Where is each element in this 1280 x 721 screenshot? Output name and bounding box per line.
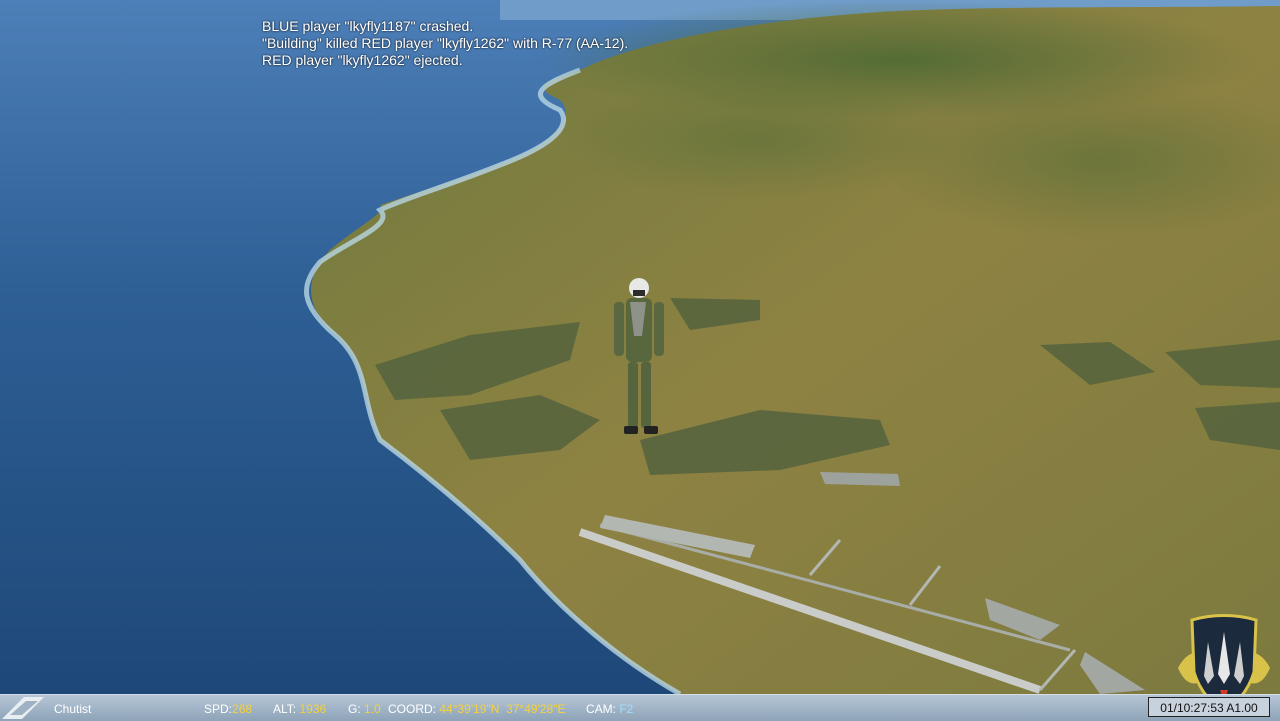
speed-readout: SPD:268: [204, 702, 253, 716]
altitude-value: 1936: [299, 702, 327, 716]
altitude-readout: ALT: 1936: [273, 702, 327, 716]
unit-name: Chutist: [54, 702, 92, 716]
event-message: "Building" killed RED player "lkyfly1262…: [262, 35, 629, 51]
coord-readout: COORD: 44°39'19"N 37°49'28"E: [388, 702, 566, 716]
g-value: 1.0: [364, 702, 381, 716]
status-bar: Chutist SPD:268 ALT: 1936 G: 1.0 COORD: …: [0, 694, 1280, 721]
ejected-pilot-figure: [614, 278, 664, 434]
event-message-log: BLUE player "lkyfly1187" crashed. "Build…: [262, 18, 628, 69]
latitude-value: 44°39'19"N: [439, 702, 500, 716]
camera-readout: CAM: F2: [586, 702, 634, 716]
event-message: BLUE player "lkyfly1187" crashed.: [262, 18, 474, 34]
wing-logo-icon: [2, 697, 44, 719]
camera-value: F2: [619, 702, 634, 716]
speed-value: 268: [232, 702, 253, 716]
g-readout: G: 1.0: [348, 702, 381, 716]
event-message: RED player "lkyfly1262" ejected.: [262, 52, 463, 68]
longitude-value: 37°49'28"E: [506, 702, 566, 716]
mission-clock: 01/10:27:53 A1.00: [1148, 697, 1270, 717]
